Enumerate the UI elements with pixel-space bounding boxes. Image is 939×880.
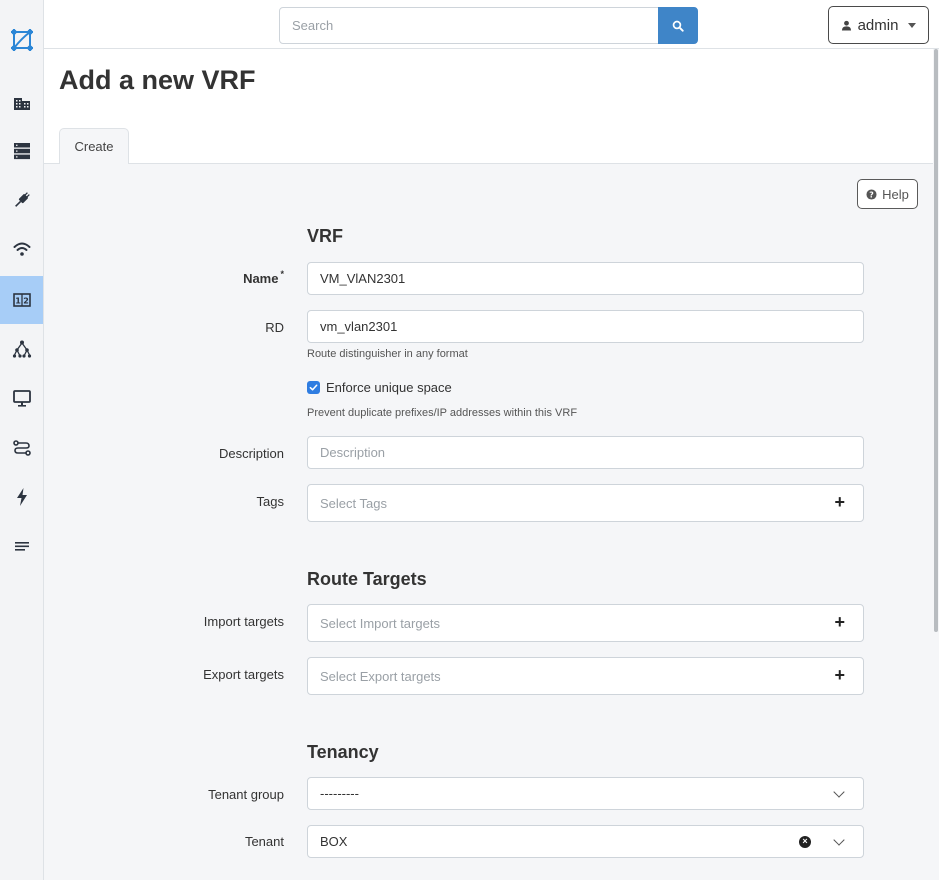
enforce-unique-checkbox-row[interactable]: Enforce unique space bbox=[307, 380, 452, 395]
enforce-unique-checkbox[interactable] bbox=[307, 381, 320, 394]
search-icon bbox=[672, 20, 684, 32]
sidebar-item-other[interactable] bbox=[0, 522, 43, 570]
rd-field[interactable]: vm_vlan2301 bbox=[307, 310, 864, 343]
sidebar-item-overlay[interactable] bbox=[0, 325, 43, 373]
search-button[interactable] bbox=[658, 7, 698, 44]
tab-create[interactable]: Create bbox=[59, 128, 129, 165]
name-field[interactable]: VM_VlAN2301 bbox=[307, 262, 864, 295]
svg-text:2: 2 bbox=[23, 297, 29, 306]
rd-value: vm_vlan2301 bbox=[320, 319, 398, 334]
lightning-icon bbox=[16, 488, 27, 506]
circuit-icon bbox=[12, 440, 31, 456]
checkmark-icon bbox=[309, 384, 318, 391]
help-label: Help bbox=[882, 186, 909, 202]
sidebar-item-wireless[interactable] bbox=[0, 225, 43, 273]
plus-icon: + bbox=[834, 492, 845, 513]
server-rack-icon bbox=[13, 143, 30, 160]
export-targets-placeholder: Select Export targets bbox=[320, 668, 441, 684]
top-navbar: admin bbox=[44, 0, 939, 49]
tags-select[interactable]: Select Tags + bbox=[307, 484, 864, 522]
description-placeholder: Description bbox=[320, 445, 386, 460]
sidebar: 12 bbox=[0, 0, 44, 880]
clear-icon[interactable]: × bbox=[799, 835, 811, 848]
rd-label: RD bbox=[265, 320, 284, 335]
export-targets-select[interactable]: Select Export targets + bbox=[307, 657, 864, 695]
sidebar-item-virtualization[interactable] bbox=[0, 374, 43, 422]
tags-placeholder: Select Tags bbox=[320, 495, 387, 511]
tags-label: Tags bbox=[256, 494, 284, 509]
section-title-tenancy: Tenancy bbox=[307, 742, 379, 762]
sidebar-item-organization[interactable] bbox=[0, 78, 43, 126]
plug-icon bbox=[14, 192, 30, 207]
user-icon bbox=[841, 20, 851, 31]
netbox-logo-icon[interactable] bbox=[6, 24, 38, 56]
rd-help-text: Route distinguisher in any format bbox=[307, 348, 468, 360]
chevron-down-icon bbox=[908, 22, 917, 28]
wifi-icon bbox=[13, 242, 30, 256]
tenant-select[interactable]: BOX × bbox=[307, 825, 864, 858]
sidebar-item-devices[interactable] bbox=[0, 127, 43, 175]
import-targets-label: Import targets bbox=[203, 614, 284, 629]
required-asterisk: * bbox=[280, 269, 284, 279]
page-title: Add a new VRF bbox=[59, 65, 256, 95]
section-title-route-targets: Route Targets bbox=[307, 569, 427, 589]
chevron-down-icon bbox=[833, 785, 845, 798]
tenant-value: BOX bbox=[320, 834, 348, 849]
import-targets-select[interactable]: Select Import targets + bbox=[307, 604, 864, 642]
ip-address-icon: 12 bbox=[12, 293, 31, 307]
tenant-group-label: Tenant group bbox=[208, 787, 284, 802]
buildings-icon bbox=[13, 98, 30, 110]
monitor-icon bbox=[12, 390, 31, 407]
name-value: VM_VlAN2301 bbox=[320, 271, 406, 286]
user-name: admin bbox=[857, 16, 899, 34]
chevron-down-icon bbox=[833, 833, 845, 846]
sidebar-item-power[interactable] bbox=[0, 473, 43, 521]
import-targets-placeholder: Select Import targets bbox=[320, 615, 440, 631]
name-label-text: Name bbox=[243, 271, 279, 286]
menu-lines-icon bbox=[14, 542, 29, 551]
sidebar-item-connections[interactable] bbox=[0, 176, 43, 224]
search-input[interactable] bbox=[279, 7, 659, 44]
section-title-vrf: VRF bbox=[307, 226, 343, 246]
name-label: Name * bbox=[44, 269, 284, 286]
network-tree-icon bbox=[12, 340, 31, 358]
description-label: Description bbox=[218, 446, 284, 461]
plus-icon: + bbox=[834, 612, 845, 633]
form-container: ? Help VRF Name * VM_VlAN2301 RD vm_vlan2… bbox=[44, 164, 933, 880]
page-header: Add a new VRF Create bbox=[44, 49, 933, 165]
user-menu-button[interactable]: admin bbox=[828, 6, 929, 44]
question-circle-icon: ? bbox=[866, 188, 877, 200]
help-button[interactable]: ? Help bbox=[857, 179, 918, 209]
sidebar-item-ipam[interactable]: 12 bbox=[0, 276, 43, 324]
tenant-group-select[interactable]: --------- bbox=[307, 777, 864, 810]
sidebar-item-circuits[interactable] bbox=[0, 424, 43, 472]
description-field[interactable]: Description bbox=[307, 436, 864, 469]
svg-text:1: 1 bbox=[15, 297, 21, 306]
enforce-unique-label: Enforce unique space bbox=[326, 380, 452, 395]
export-targets-label: Export targets bbox=[203, 667, 284, 682]
tenant-group-value: --------- bbox=[320, 786, 359, 801]
plus-icon: + bbox=[834, 665, 845, 686]
scrollbar-thumb[interactable] bbox=[934, 49, 938, 632]
tenant-label: Tenant bbox=[244, 834, 284, 849]
enforce-unique-help-text: Prevent duplicate prefixes/IP addresses … bbox=[307, 407, 578, 419]
svg-text:?: ? bbox=[869, 190, 874, 199]
